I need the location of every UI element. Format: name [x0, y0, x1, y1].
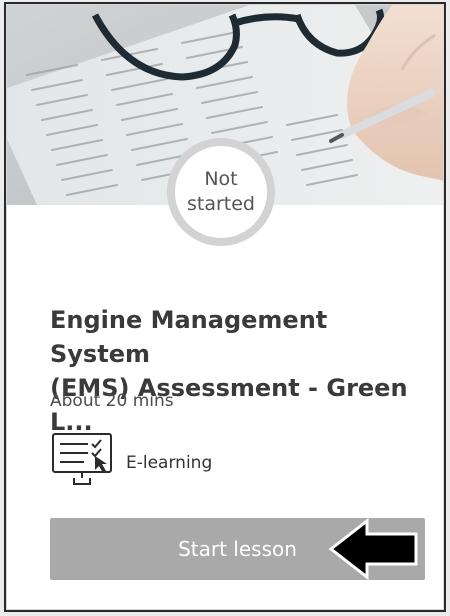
- lesson-card[interactable]: Not started Engine Management System (EM…: [6, 4, 444, 610]
- status-line-2: started: [186, 193, 255, 215]
- lesson-type-label: E-learning: [126, 453, 213, 473]
- lesson-title-line-1: Engine Management System: [50, 306, 328, 368]
- arrow-left-icon: [328, 518, 418, 580]
- lesson-card-container: Not started Engine Management System (EM…: [0, 0, 450, 616]
- lesson-title[interactable]: Engine Management System (EMS) Assessmen…: [50, 303, 430, 439]
- elearning-screen-icon: [52, 433, 112, 485]
- status-badge: Not started: [167, 138, 275, 246]
- lesson-type: E-learning: [50, 433, 212, 493]
- lesson-duration: About 20 mins: [50, 391, 174, 411]
- status-line-1: Not: [204, 168, 238, 190]
